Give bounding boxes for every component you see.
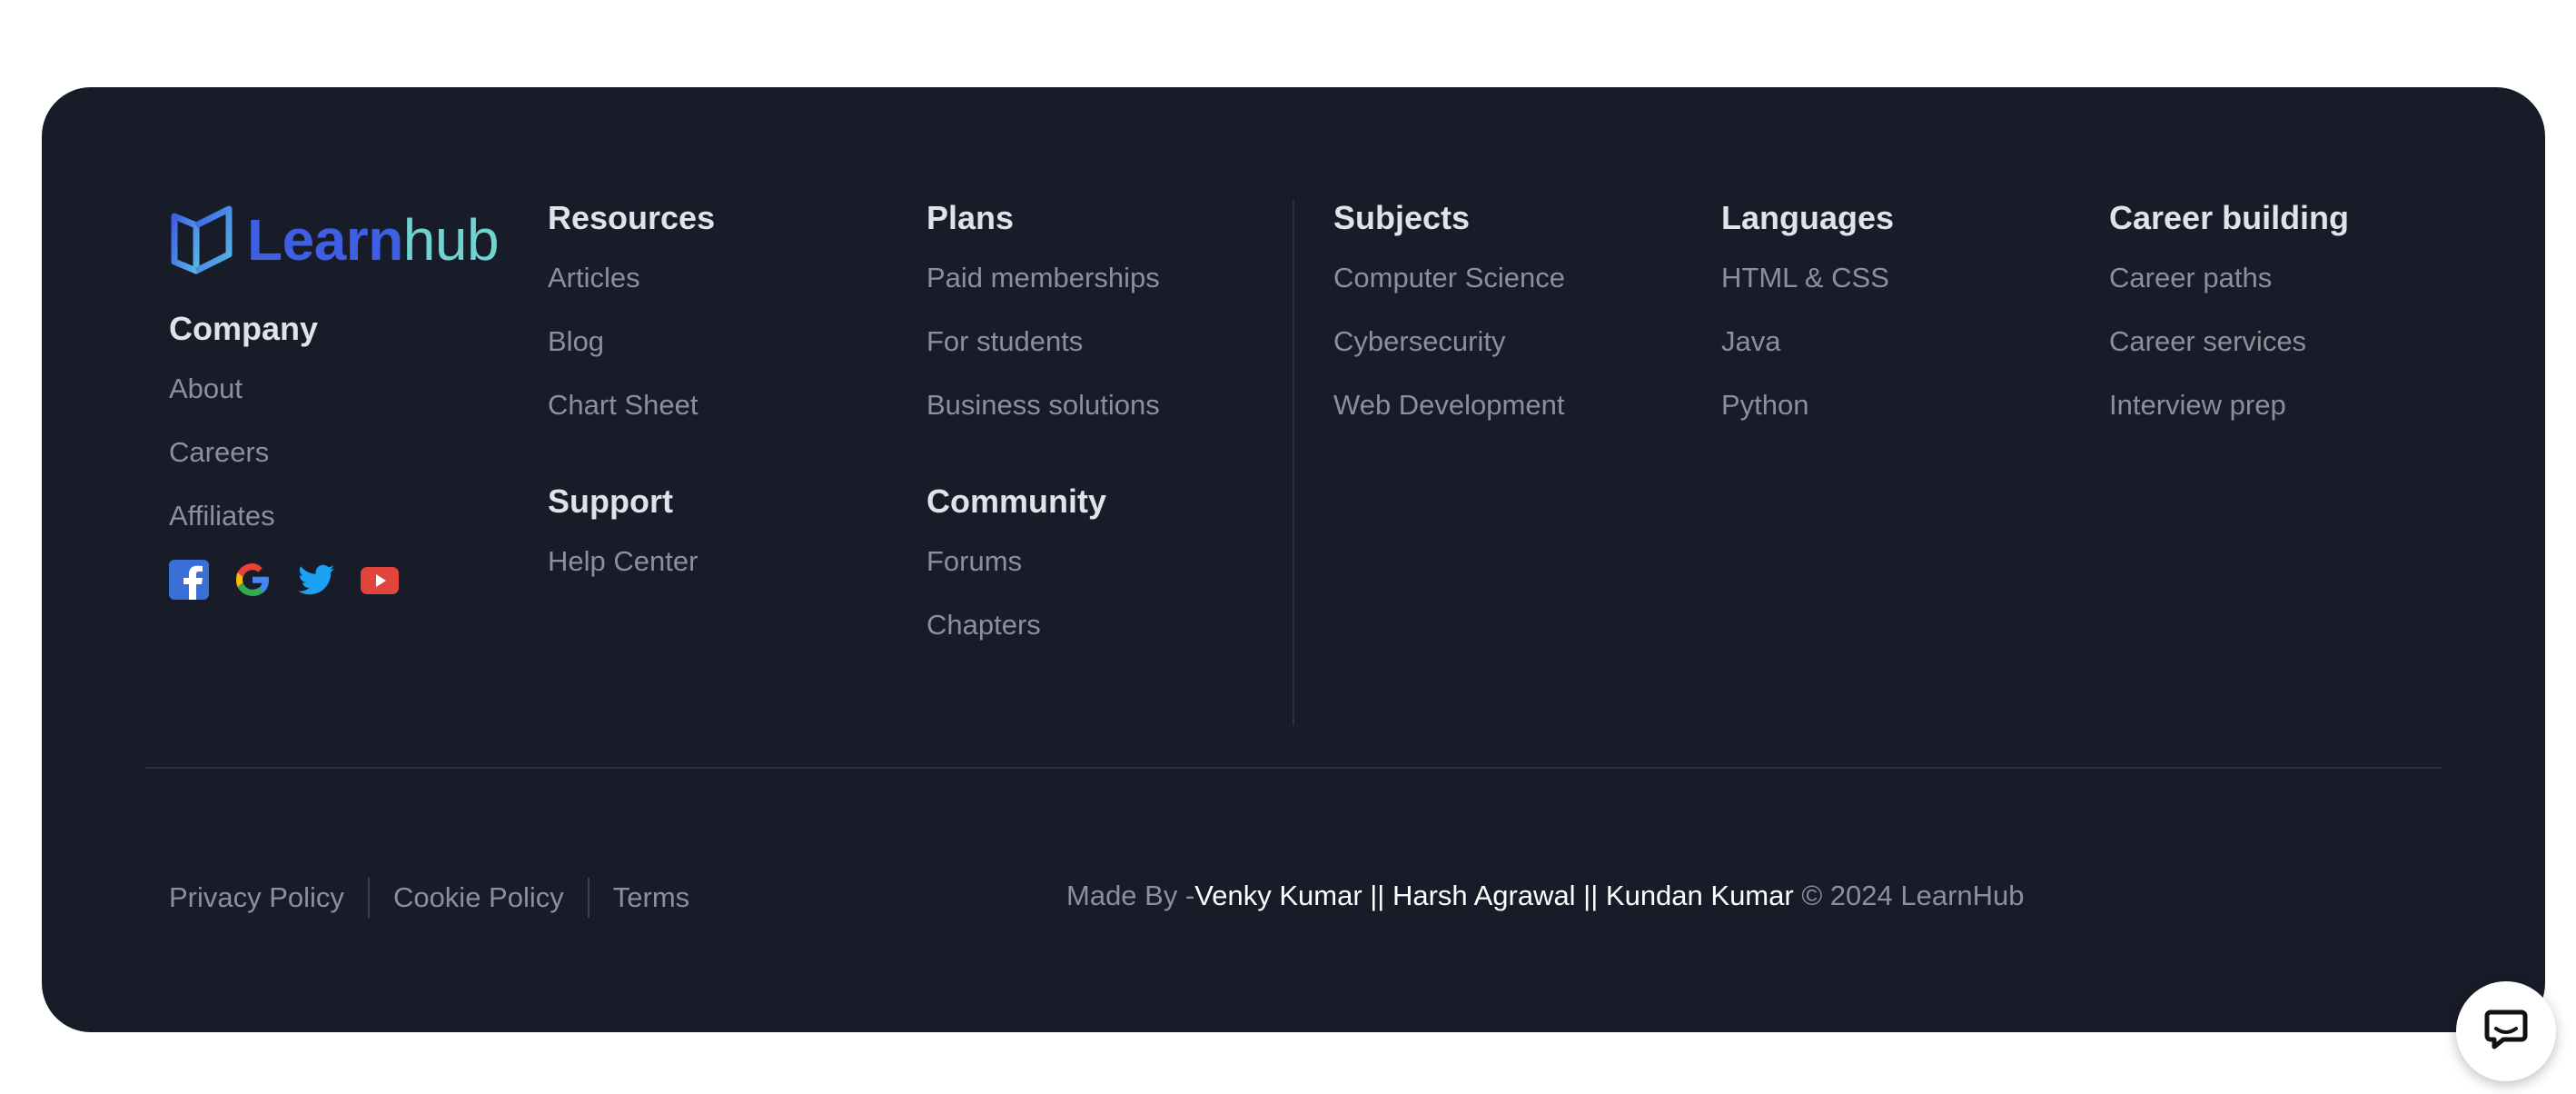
facebook-icon[interactable] [169, 560, 209, 600]
link-python[interactable]: Python [1721, 387, 1894, 423]
social-links [169, 560, 499, 600]
link-blog[interactable]: Blog [548, 323, 715, 360]
resources-heading: Resources [548, 199, 716, 236]
link-forums[interactable]: Forums [926, 543, 1160, 580]
link-affiliates[interactable]: Affiliates [169, 498, 499, 534]
link-for-students[interactable]: For students [926, 323, 1160, 360]
link-about[interactable]: About [169, 371, 499, 407]
youtube-icon[interactable] [360, 560, 400, 600]
link-careers[interactable]: Careers [169, 434, 499, 471]
legal-links: Privacy Policy Cookie Policy Terms [169, 878, 689, 918]
footer-col-career: Career building Career paths Career serv… [2109, 196, 2349, 423]
brand-logo[interactable]: Learnhub [169, 204, 500, 276]
link-cybersecurity[interactable]: Cybersecurity [1333, 323, 1565, 360]
credits-text: Made By -Venky Kumar || Harsh Agrawal ||… [1066, 878, 2025, 914]
plans-group: Plans Paid memberships For students Busi… [926, 196, 1160, 423]
column-divider [1293, 200, 1294, 725]
support-heading: Support [548, 482, 673, 520]
footer-col-plans: Plans Paid memberships For students Busi… [926, 196, 1160, 643]
support-group: Support Help Center [548, 480, 715, 580]
link-paid-memberships[interactable]: Paid memberships [926, 260, 1160, 296]
brand-name-learn: Learn [247, 207, 403, 273]
footer-divider [145, 767, 2442, 769]
link-privacy-policy[interactable]: Privacy Policy [169, 880, 344, 916]
community-group: Community Forums Chapters [926, 480, 1160, 643]
link-terms[interactable]: Terms [613, 880, 689, 916]
company-heading: Company [169, 310, 319, 347]
link-web-development[interactable]: Web Development [1333, 387, 1565, 423]
resources-group: Resources Articles Blog Chart Sheet [548, 196, 715, 423]
brand-name-hub: hub [402, 207, 500, 273]
legal-separator [587, 878, 590, 918]
link-help-center[interactable]: Help Center [548, 543, 715, 580]
career-heading: Career building [2109, 199, 2350, 236]
footer-col-languages: Languages HTML & CSS Java Python [1721, 196, 1894, 423]
twitter-icon[interactable] [296, 560, 336, 600]
link-interview-prep[interactable]: Interview prep [2109, 387, 2349, 423]
credits-copyright: © 2024 LearnHub [1793, 880, 2025, 911]
legal-separator [367, 878, 370, 918]
community-heading: Community [926, 482, 1106, 520]
link-career-services[interactable]: Career services [2109, 323, 2349, 360]
languages-heading: Languages [1721, 199, 1895, 236]
link-career-paths[interactable]: Career paths [2109, 260, 2349, 296]
google-icon[interactable] [233, 560, 272, 600]
credits-prefix: Made By - [1066, 880, 1195, 911]
site-footer: Learnhub Company About Careers Affiliate… [42, 87, 2545, 1032]
link-business-solutions[interactable]: Business solutions [926, 387, 1160, 423]
plans-heading: Plans [926, 199, 1015, 236]
credits-names: Venky Kumar || Harsh Agrawal || Kundan K… [1194, 880, 1794, 911]
link-computer-science[interactable]: Computer Science [1333, 260, 1565, 296]
footer-col-company: Learnhub Company About Careers Affiliate… [169, 204, 500, 600]
footer-col-resources: Resources Articles Blog Chart Sheet Supp… [548, 196, 715, 580]
chat-bubble-icon [2482, 1005, 2531, 1059]
chat-button[interactable] [2456, 981, 2556, 1081]
link-chapters[interactable]: Chapters [926, 607, 1160, 643]
link-articles[interactable]: Articles [548, 260, 715, 296]
brand-name: Learnhub [247, 204, 500, 276]
subjects-heading: Subjects [1333, 199, 1471, 236]
footer-col-subjects: Subjects Computer Science Cybersecurity … [1333, 196, 1565, 423]
book-logo-icon [169, 204, 234, 276]
link-java[interactable]: Java [1721, 323, 1894, 360]
link-html-css[interactable]: HTML & CSS [1721, 260, 1894, 296]
link-cookie-policy[interactable]: Cookie Policy [393, 880, 564, 916]
link-chart-sheet[interactable]: Chart Sheet [548, 387, 715, 423]
